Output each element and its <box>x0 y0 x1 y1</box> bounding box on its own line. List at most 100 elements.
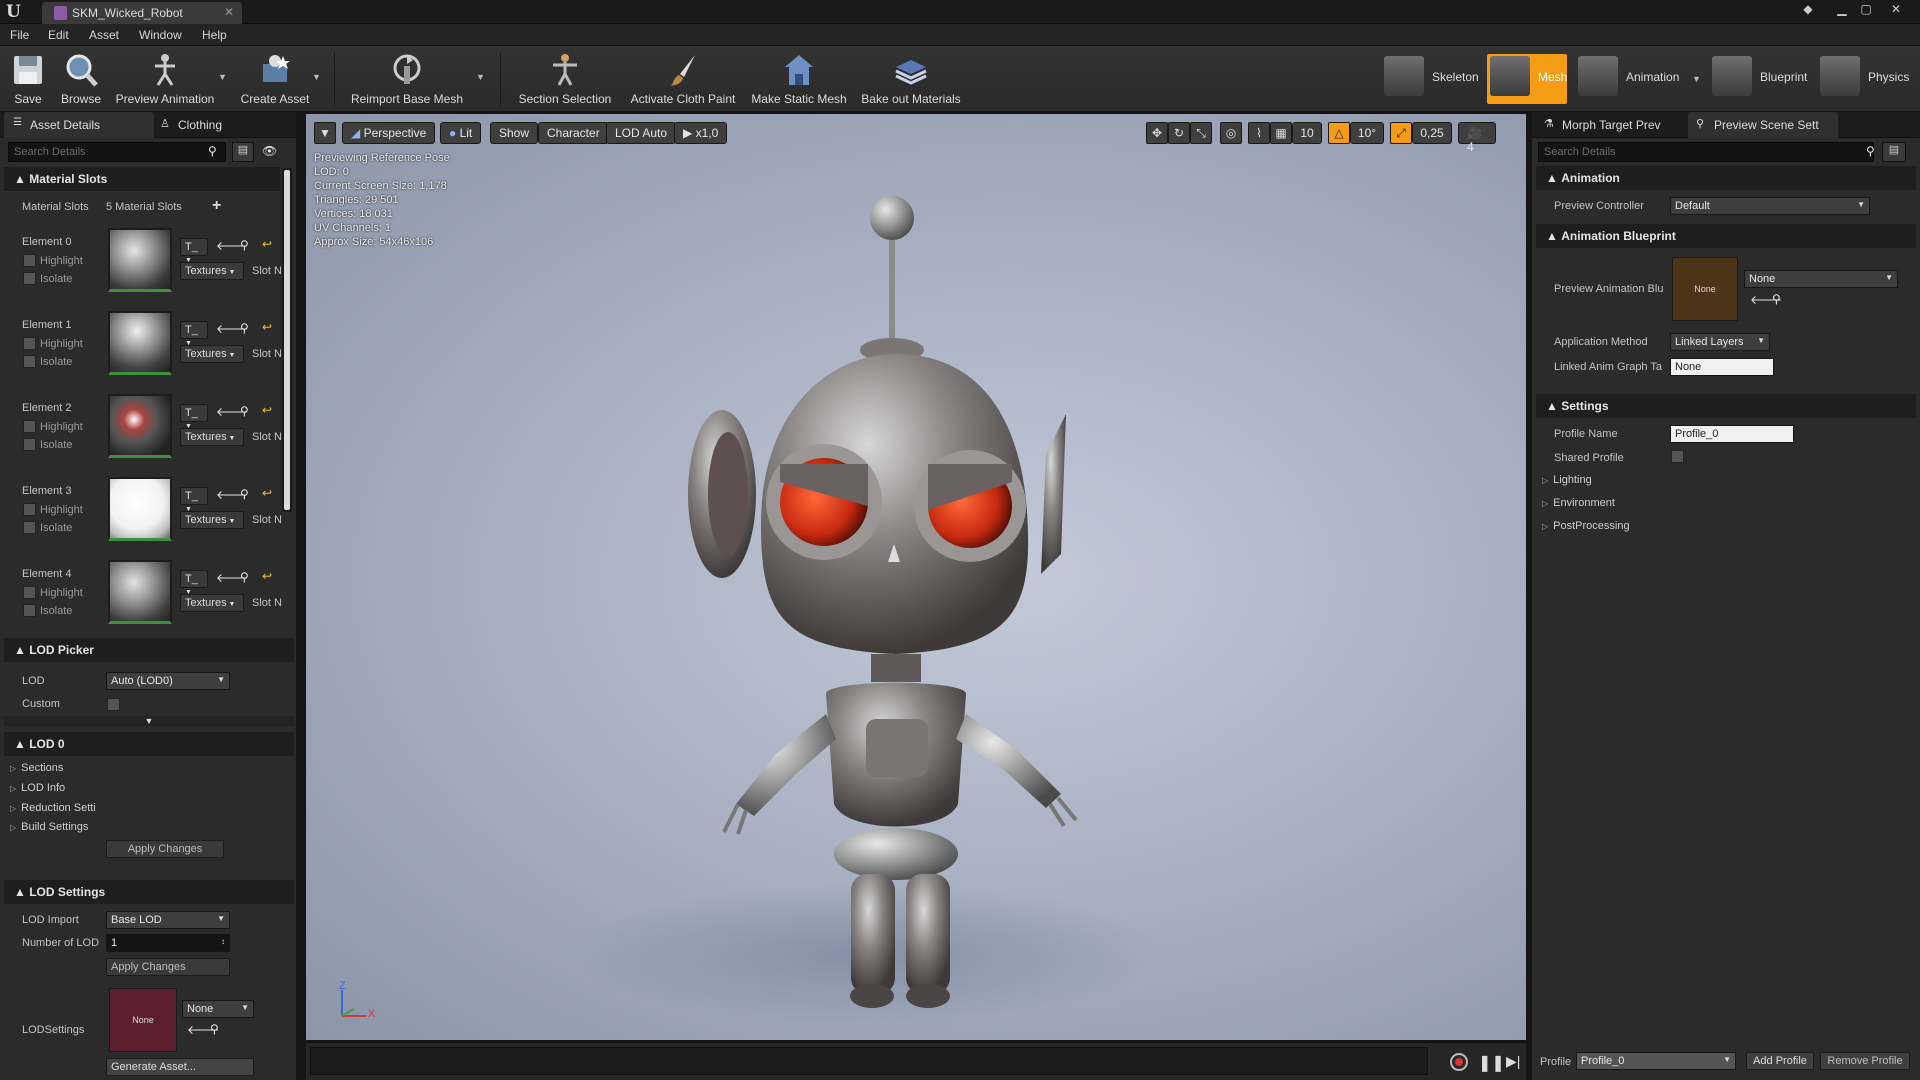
reset-to-default-icon[interactable]: ↩ <box>262 569 272 583</box>
lod-import-combo[interactable]: Base LOD ▼ <box>106 911 230 929</box>
preview-settings-search-input[interactable]: Search Details <box>1538 142 1874 162</box>
physics-mode-button[interactable]: Physics <box>1868 54 1918 100</box>
browse-search-icon[interactable]: ⚲ <box>1772 292 1781 306</box>
preview-animation-button[interactable]: Preview Animation <box>112 46 218 112</box>
browse-search-icon[interactable]: ⚲ <box>210 1022 219 1036</box>
lod-settings-apply-changes-button[interactable]: Apply Changes <box>106 958 230 976</box>
isolate-checkbox[interactable] <box>23 272 36 285</box>
tree-item-lod-info[interactable]: ▷ LOD Info <box>10 782 65 794</box>
viewport-options-dropdown-icon[interactable]: ▼ <box>314 122 336 144</box>
add-profile-button[interactable]: Add Profile <box>1746 1052 1814 1070</box>
step-forward-icon[interactable]: ▶| <box>1506 1053 1520 1070</box>
material-thumbnail[interactable] <box>108 228 172 292</box>
rotation-snap-icon[interactable]: △ <box>1328 122 1350 144</box>
textures-dropdown[interactable]: Textures ▼ <box>180 262 244 280</box>
scale-snap-value[interactable]: 0,25 <box>1412 122 1452 144</box>
lod-settings-asset-combo[interactable]: None ▼ <box>182 1000 254 1018</box>
linked-anim-graph-input[interactable]: None <box>1670 358 1774 376</box>
activate-cloth-paint-button[interactable]: Activate Cloth Paint <box>626 46 740 112</box>
grid-snap-value[interactable]: 10 <box>1292 122 1322 144</box>
scale-snap-icon[interactable]: ⤢ <box>1390 122 1412 144</box>
browse-search-icon[interactable]: ⚲ <box>240 238 249 252</box>
skeleton-mode-button[interactable]: Skeleton <box>1432 54 1479 100</box>
lod-auto-button[interactable]: LOD Auto <box>606 122 677 144</box>
section-selection-button[interactable]: Section Selection <box>516 46 614 112</box>
timeline-track[interactable] <box>310 1047 1428 1075</box>
animation-mode-icon[interactable] <box>1578 56 1618 96</box>
textures-dropdown[interactable]: Textures ▼ <box>180 594 244 612</box>
highlight-checkbox[interactable] <box>23 420 36 433</box>
material-picker-combo[interactable]: T_ ▼ <box>180 238 208 264</box>
textures-dropdown[interactable]: Textures ▼ <box>180 428 244 446</box>
custom-lod-checkbox[interactable] <box>107 698 120 711</box>
section-lod-picker[interactable]: ▲ LOD Picker <box>4 638 294 662</box>
isolate-checkbox[interactable] <box>23 438 36 451</box>
material-picker-combo[interactable]: T_ ▼ <box>180 487 208 513</box>
reimport-dropdown-icon[interactable]: ▼ <box>476 72 485 82</box>
tree-item-environment[interactable]: ▷ Environment <box>1542 497 1615 509</box>
material-thumbnail[interactable] <box>108 311 172 375</box>
profile-name-input[interactable]: Profile_0 <box>1670 425 1794 443</box>
isolate-checkbox[interactable] <box>23 604 36 617</box>
tab-morph-target-preview[interactable]: ⚗ Morph Target Prev <box>1536 112 1686 138</box>
number-of-lod-input[interactable]: 1 ↕ <box>106 934 230 952</box>
reset-to-default-icon[interactable]: ↩ <box>262 486 272 500</box>
tree-item-build-settings[interactable]: ▷ Build Settings <box>10 821 88 833</box>
section-animation[interactable]: ▲ Animation <box>1536 166 1916 190</box>
lit-button[interactable]: ● Lit <box>440 122 482 144</box>
create-asset-dropdown-icon[interactable]: ▼ <box>312 72 321 82</box>
camera-speed-button[interactable]: 🎥4 <box>1458 122 1496 154</box>
character-button[interactable]: Character <box>538 122 609 144</box>
tab-preview-scene-settings[interactable]: ⚲ Preview Scene Sett <box>1688 112 1838 138</box>
skeleton-mode-icon[interactable] <box>1384 56 1424 96</box>
tree-item-reduction-settings[interactable]: ▷ Reduction Setti <box>10 802 96 814</box>
tab-asset-details[interactable]: ☰ Asset Details <box>4 112 154 138</box>
maximize-icon[interactable]: ▢ <box>1856 2 1876 20</box>
tree-item-lighting[interactable]: ▷ Lighting <box>1542 474 1592 486</box>
animation-mode-button[interactable]: Animation <box>1626 54 1686 100</box>
profile-footer-combo[interactable]: Profile_0 ▼ <box>1576 1052 1736 1070</box>
create-asset-button[interactable]: Create Asset <box>236 46 314 112</box>
material-thumbnail[interactable] <box>108 560 172 624</box>
pause-icon[interactable]: ❚❚ <box>1478 1053 1505 1073</box>
playback-speed-button[interactable]: ▶ x1,0 <box>674 122 728 144</box>
animation-blueprint-thumbnail[interactable]: None <box>1672 257 1738 321</box>
surface-snap-icon[interactable]: ⌇ <box>1248 122 1270 144</box>
lod-settings-thumbnail[interactable]: None <box>109 988 177 1052</box>
add-material-slot-icon[interactable]: + <box>212 197 221 215</box>
save-button[interactable]: Save <box>8 46 48 112</box>
tab-clothing[interactable]: ♙ Clothing <box>152 112 292 138</box>
reset-to-default-icon[interactable]: ↩ <box>262 403 272 417</box>
preview-animation-dropdown-icon[interactable]: ▼ <box>218 72 227 82</box>
physics-mode-icon[interactable] <box>1820 56 1860 96</box>
browse-search-icon[interactable]: ⚲ <box>240 321 249 335</box>
browse-search-icon[interactable]: ⚲ <box>240 570 249 584</box>
browse-search-icon[interactable]: ⚲ <box>240 404 249 418</box>
material-thumbnail[interactable] <box>108 394 172 458</box>
view-options-icon[interactable]: ▤ <box>232 142 254 162</box>
animation-mode-dropdown-icon[interactable]: ▼ <box>1692 74 1701 84</box>
browse-button[interactable]: Browse <box>58 46 104 112</box>
shared-profile-checkbox[interactable] <box>1671 450 1684 463</box>
eye-visibility-icon[interactable]: 👁 <box>262 144 277 158</box>
reset-to-default-icon[interactable]: ↩ <box>262 320 272 334</box>
unreal-logo-icon[interactable]: U <box>6 2 26 22</box>
tree-item-sections[interactable]: ▷ Sections <box>10 762 63 774</box>
world-local-icon[interactable]: ◎ <box>1220 122 1242 144</box>
textures-dropdown[interactable]: Textures ▼ <box>180 345 244 363</box>
material-picker-combo[interactable]: T_ ▼ <box>180 404 208 430</box>
menu-help[interactable]: Help <box>202 28 227 42</box>
record-button[interactable] <box>1450 1053 1468 1071</box>
highlight-checkbox[interactable] <box>23 254 36 267</box>
menu-file[interactable]: File <box>10 28 29 42</box>
perspective-button[interactable]: ◢ Perspective <box>342 122 436 144</box>
section-lod-settings[interactable]: ▲ LOD Settings <box>4 880 294 904</box>
menu-window[interactable]: Window <box>139 28 182 42</box>
viewport[interactable]: ▼ ◢ Perspective ● Lit Show Character LOD… <box>306 114 1526 1040</box>
reset-to-default-icon[interactable]: ↩ <box>262 237 272 251</box>
mesh-mode-button[interactable]: Mesh <box>1538 54 1568 100</box>
material-picker-combo[interactable]: T_ ▼ <box>180 570 208 596</box>
lod0-apply-changes-button[interactable]: Apply Changes <box>106 840 224 858</box>
animation-blueprint-combo[interactable]: None ▼ <box>1744 270 1898 288</box>
make-static-mesh-button[interactable]: Make Static Mesh <box>750 46 848 112</box>
